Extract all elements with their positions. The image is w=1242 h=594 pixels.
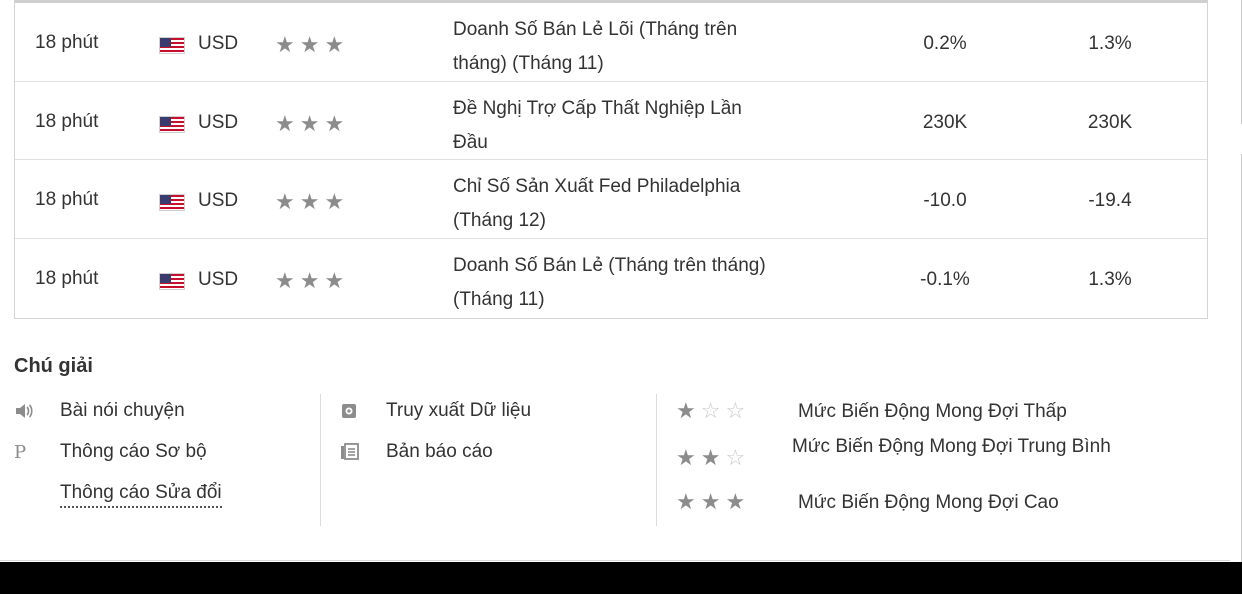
event-forecast-value: 230K: [1087, 111, 1133, 133]
event-actual-value: -0.1%: [920, 268, 970, 290]
legend-item-preliminary: P Thông cáo Sơ bộ: [14, 439, 314, 480]
event-time: 18 phút: [35, 110, 99, 132]
event-currency: USD: [198, 111, 239, 133]
speaker-icon: [14, 402, 40, 425]
legend-item-medium-volatility: ★★☆ Mức Biến Động Mong Đợi Trung Bình: [676, 436, 1216, 489]
importance-stars-icon: ★★★: [275, 32, 350, 57]
legend-label: Bài nói chuyện: [60, 400, 185, 421]
event-name-link[interactable]: Đề Nghị Trợ Cấp Thất Nghiệp Lần Đầu: [453, 92, 773, 160]
us-flag-icon: [159, 194, 185, 211]
one-star-icon: ★☆☆: [676, 398, 751, 423]
legend-label: Mức Biến Động Mong Đợi Cao: [798, 492, 1059, 513]
event-forecast-value: 1.3%: [1088, 33, 1132, 54]
event-name-link[interactable]: Chỉ Số Sản Xuất Fed Philadelphia (Tháng …: [453, 170, 773, 238]
legend-item-speech: Bài nói chuyện: [14, 398, 314, 439]
event-currency: USD: [198, 33, 239, 54]
legend-label: Truy xuất Dữ liệu: [386, 400, 532, 421]
legend-divider: [320, 394, 321, 526]
event-actual-value: 230K: [922, 111, 968, 133]
importance-stars-icon: ★★★: [275, 267, 350, 293]
event-time: 18 phút: [35, 189, 99, 210]
us-flag-icon: [159, 37, 185, 54]
legend-item-revised: Thông cáo Sửa đổi: [14, 480, 314, 521]
legend-divider: [656, 394, 657, 526]
legend-label: Mức Biến Động Mong Đợi Thấp: [798, 401, 1067, 422]
scrollbar[interactable]: [1230, 0, 1242, 562]
event-currency: USD: [198, 190, 239, 211]
legend-label: Thông cáo Sơ bộ: [60, 441, 207, 462]
legend-label: Bản báo cáo: [386, 441, 493, 462]
table-row[interactable]: 18 phút USD ★★★ Đề Nghị Trợ Cấp Thất Ngh…: [15, 82, 1207, 160]
event-actual-value: -10.0: [923, 190, 967, 211]
data-retrieval-icon: [340, 402, 366, 425]
legend-label: Mức Biến Động Mong Đợi Trung Bình: [792, 436, 1111, 457]
screen-bottom-bar: [0, 562, 1242, 594]
legend-column-data-types: Truy xuất Dữ liệu Bản báo cáo: [340, 398, 640, 480]
event-actual-value: 0.2%: [923, 33, 967, 54]
preliminary-p-icon: P: [14, 442, 27, 463]
legend-item-report: Bản báo cáo: [340, 439, 640, 480]
legend-column-release-types: Bài nói chuyện P Thông cáo Sơ bộ Thông c…: [14, 398, 314, 521]
section-divider: [0, 560, 1230, 561]
event-forecast-value: -19.4: [1088, 190, 1132, 211]
event-name-link[interactable]: Doanh Số Bán Lẻ (Tháng trên tháng) (Thán…: [453, 249, 773, 317]
us-flag-icon: [159, 115, 185, 133]
table-row[interactable]: 18 phút USD ★★★ Chỉ Số Sản Xuất Fed Phil…: [15, 160, 1207, 239]
us-flag-icon: [159, 272, 185, 290]
legend-item-high-volatility: ★★★ Mức Biến Động Mong Đợi Cao: [676, 489, 1216, 532]
event-forecast-value: 1.3%: [1088, 268, 1132, 290]
event-time: 18 phút: [35, 267, 99, 289]
legend-label: Thông cáo Sửa đổi: [60, 482, 222, 508]
importance-stars-icon: ★★★: [275, 189, 350, 214]
two-star-icon: ★★☆: [676, 445, 751, 470]
legend-column-volatility: ★☆☆ Mức Biến Động Mong Đợi Thấp ★★☆ Mức …: [676, 398, 1216, 532]
three-star-icon: ★★★: [676, 489, 751, 514]
event-time: 18 phút: [35, 32, 99, 53]
importance-stars-icon: ★★★: [275, 110, 350, 136]
economic-calendar-table: 18 phút USD ★★★ Doanh Số Bán Lẻ Lõi (Thá…: [14, 0, 1208, 319]
table-row[interactable]: 18 phút USD ★★★ Doanh Số Bán Lẻ Lõi (Thá…: [15, 3, 1207, 82]
table-row[interactable]: 18 phút USD ★★★ Doanh Số Bán Lẻ (Tháng t…: [15, 239, 1207, 318]
legend-item-data-retrieval: Truy xuất Dữ liệu: [340, 398, 640, 439]
legend-title: Chú giải: [14, 355, 93, 377]
report-icon: [340, 443, 366, 466]
event-currency: USD: [198, 268, 239, 290]
event-name-link[interactable]: Doanh Số Bán Lẻ Lõi (Tháng trên tháng) (…: [453, 13, 773, 81]
